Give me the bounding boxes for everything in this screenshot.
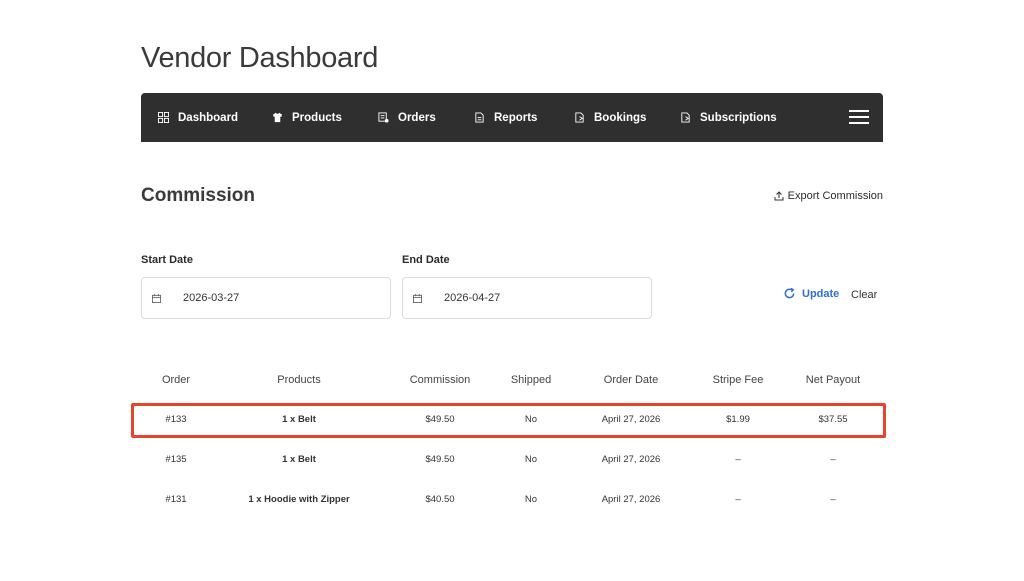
subscription-icon <box>679 112 691 124</box>
col-header-net-payout: Net Payout <box>805 374 861 386</box>
export-label: Export Commission <box>787 190 883 202</box>
export-commission-button[interactable]: Export Commission <box>774 190 883 202</box>
net-payout-cell: – <box>830 494 836 505</box>
shipped-cell: No <box>524 414 538 425</box>
stripe-fee-cell: – <box>735 454 741 465</box>
col-header-shipped: Shipped <box>510 374 552 386</box>
start-date-label: Start Date <box>141 254 193 266</box>
shirt-icon <box>271 112 283 124</box>
stripe-fee-cell: – <box>735 494 741 505</box>
col-header-order: Order <box>161 374 191 386</box>
col-header-stripe-fee: Stripe Fee <box>712 374 764 386</box>
nav-label-dashboard: Dashboard <box>178 111 239 124</box>
end-date-label: End Date <box>402 254 450 266</box>
commission-cell: $49.50 <box>425 414 455 425</box>
section-title: Commission <box>141 185 256 206</box>
nav-item-reports[interactable]: Reports <box>473 93 537 142</box>
booking-icon <box>573 112 585 124</box>
products-cell: 1 x Belt <box>282 454 316 465</box>
upload-icon <box>774 191 784 201</box>
calendar-icon <box>413 293 422 303</box>
vendor-navbar: Dashboard Products Orders Reports Bookin… <box>141 93 883 142</box>
nav-item-orders[interactable]: Orders <box>377 93 436 142</box>
nav-label-orders: Orders <box>398 111 436 124</box>
nav-item-subscriptions[interactable]: Subscriptions <box>679 93 777 142</box>
net-payout-cell: $37.55 <box>818 414 848 425</box>
end-date-value: 2026-04-27 <box>444 292 501 304</box>
dashboard-grid-icon <box>157 112 169 124</box>
row-highlight-box <box>131 403 886 438</box>
start-date-input[interactable]: 2026-03-27 <box>141 277 391 319</box>
update-label: Update <box>802 287 840 300</box>
net-payout-cell: – <box>830 454 836 465</box>
shipped-cell: No <box>524 454 538 465</box>
nav-label-reports: Reports <box>494 111 538 124</box>
order-date-cell: April 27, 2026 <box>601 414 661 425</box>
page-title: Vendor Dashboard <box>141 42 379 74</box>
calendar-icon <box>152 293 161 303</box>
col-header-order-date: Order Date <box>603 374 659 386</box>
order-date-cell: April 27, 2026 <box>601 454 661 465</box>
nav-label-products: Products <box>292 111 342 124</box>
nav-item-products[interactable]: Products <box>271 93 342 142</box>
orders-icon <box>377 112 389 124</box>
nav-label-subscriptions: Subscriptions <box>700 111 777 124</box>
commission-cell: $40.50 <box>425 494 455 505</box>
stripe-fee-cell: $1.99 <box>726 414 750 425</box>
products-cell: 1 x Belt <box>282 414 316 425</box>
order-link[interactable]: #133 <box>165 414 186 425</box>
end-date-input[interactable]: 2026-04-27 <box>402 277 652 319</box>
products-cell: 1 x Hoodie with Zipper <box>248 494 350 505</box>
report-icon <box>473 112 485 124</box>
col-header-products: Products <box>277 374 321 386</box>
order-link[interactable]: #135 <box>165 454 186 465</box>
order-date-cell: April 27, 2026 <box>601 494 661 505</box>
refresh-icon <box>784 287 795 299</box>
update-button[interactable]: Update <box>783 287 839 300</box>
start-date-value: 2026-03-27 <box>183 292 240 304</box>
commission-cell: $49.50 <box>425 454 455 465</box>
col-header-commission: Commission <box>409 374 471 386</box>
nav-item-dashboard[interactable]: Dashboard <box>157 93 238 142</box>
clear-button[interactable]: Clear <box>851 289 877 301</box>
hamburger-menu-icon[interactable] <box>849 108 869 126</box>
nav-item-bookings[interactable]: Bookings <box>573 93 646 142</box>
shipped-cell: No <box>524 494 538 505</box>
nav-label-bookings: Bookings <box>594 111 647 124</box>
order-link[interactable]: #131 <box>165 494 186 505</box>
